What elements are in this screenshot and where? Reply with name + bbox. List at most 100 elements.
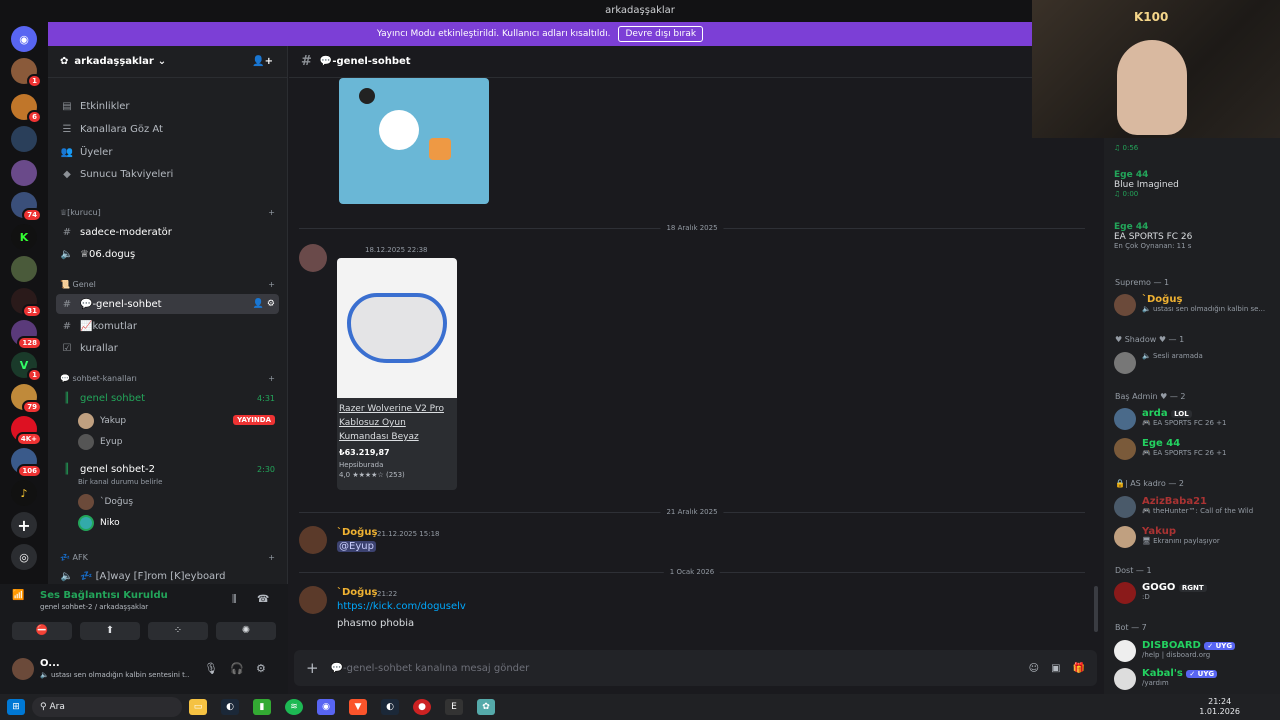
member[interactable]: ♫ 0:56 <box>1114 144 1138 152</box>
category-genel[interactable]: 📜 Genel + <box>60 280 275 289</box>
user-mention[interactable]: @Eyup <box>337 541 376 552</box>
member[interactable]: Ege 44 EA SPORTS FC 26 En Çok Oynanan: 1… <box>1114 222 1192 250</box>
user-settings-icon[interactable]: ⚙ <box>256 662 266 675</box>
server-icon[interactable] <box>11 160 37 186</box>
member-status: /help | disboard.org <box>1142 651 1211 659</box>
disconnect-icon[interactable]: ☎ <box>257 594 269 605</box>
member[interactable]: AzizBaba21 🎮 theHunter™: Call of the Wild <box>1114 496 1253 518</box>
scrollbar[interactable] <box>1094 586 1098 632</box>
member[interactable]: DISBOARD ✓ UYG/help | disboard.org <box>1114 640 1236 662</box>
app-icon[interactable]: ● <box>413 699 431 715</box>
add-server-icon[interactable]: + <box>11 512 37 538</box>
discover-icon[interactable]: ◎ <box>11 544 37 570</box>
voice-user[interactable]: `Doğuş <box>78 494 133 510</box>
server-icon[interactable]: 1 <box>11 58 42 88</box>
member[interactable]: Kabal's ✓ UYG/yardım <box>1114 668 1218 690</box>
discord-icon[interactable]: ◉ <box>317 699 335 715</box>
channel-kurallar[interactable]: ☑ kurallar <box>56 338 279 358</box>
brave-icon[interactable]: ▼ <box>349 699 367 715</box>
emoji-icon[interactable]: ☺ <box>1029 663 1039 674</box>
channel-moderator[interactable]: # sadece-moderatör <box>56 222 279 242</box>
server-header[interactable]: ✿ arkadaşşaklar ⌄ 👤+ <box>48 46 287 78</box>
member[interactable]: `Doğuş 🔈 ustası sen olmadığın kalbin se..… <box>1114 294 1265 316</box>
app-icon[interactable]: ▮ <box>253 699 271 715</box>
add-channel-icon[interactable]: + <box>268 280 275 289</box>
author-name[interactable]: `Doğuş <box>337 527 377 538</box>
server-icon[interactable]: 4K+ <box>11 416 42 446</box>
screenshare-button[interactable]: ⬆ <box>80 622 140 640</box>
server-icon[interactable]: 31 <box>11 288 42 318</box>
settings-icon[interactable]: 👤 ⚙ <box>253 299 275 309</box>
channel-status[interactable]: Bir kanal durumu belirle <box>78 478 162 486</box>
server-icon[interactable]: 6 <box>11 94 42 124</box>
app-icon[interactable]: ✿ <box>477 699 495 715</box>
channel-genel-sohbet[interactable]: # 💬-genel-sohbet 👤 ⚙ <box>56 294 279 314</box>
user-name[interactable]: O... <box>40 658 60 669</box>
camera-button[interactable]: ⛔ <box>12 622 72 640</box>
add-channel-icon[interactable]: + <box>268 374 275 383</box>
author-name[interactable]: `Doğuş <box>337 587 377 598</box>
headphones-icon[interactable]: 🎧 <box>230 662 244 675</box>
member[interactable]: GOGO RGNT:D <box>1114 582 1207 604</box>
add-channel-icon[interactable]: + <box>268 553 275 562</box>
file-explorer-icon[interactable]: ▭ <box>189 699 207 715</box>
label: genel sohbet-2 <box>80 463 156 475</box>
server-icon[interactable]: 74 <box>11 192 42 222</box>
avatar[interactable] <box>299 244 327 272</box>
members-item[interactable]: 👥 Üyeler <box>56 142 279 162</box>
activity-button[interactable]: ⁘ <box>148 622 208 640</box>
steam-icon[interactable]: ◐ <box>221 699 239 715</box>
avatar[interactable] <box>299 526 327 554</box>
soundboard-button[interactable]: ✺ <box>216 622 276 640</box>
channel-afk[interactable]: 🔈 💤 [A]way [F]rom [K]eyboard <box>56 566 279 586</box>
invite-icon[interactable]: 👤+ <box>252 56 273 67</box>
server-icon[interactable]: 106 <box>11 448 42 478</box>
member[interactable]: Ege 44 🎮 EA SPORTS FC 26 +1 <box>1114 438 1226 460</box>
category-sohbet[interactable]: 💬 sohbet-kanalları + <box>60 374 275 383</box>
message-link[interactable]: https://kick.com/doguselv <box>337 601 466 612</box>
spotify-icon[interactable]: ≋ <box>285 699 303 715</box>
events-item[interactable]: ▤ Etkinlikler <box>56 96 279 116</box>
category-afk[interactable]: 💤 AFK + <box>60 553 275 562</box>
server-icon[interactable]: V1 <box>11 352 42 382</box>
voice-channel-genel[interactable]: ║ genel sohbet 4:31 <box>56 388 279 408</box>
voice-user[interactable]: Niko <box>78 515 120 531</box>
channel-komutlar[interactable]: # 📈komutlar <box>56 316 279 336</box>
product-title[interactable]: Razer Wolverine V2 Pro Kablosuz Oyun Kum… <box>337 398 457 448</box>
server-icon[interactable]: 79 <box>11 384 42 414</box>
microphone-icon[interactable]: 🎙 <box>204 662 218 675</box>
message-input[interactable]: 💬-genel-sohbet kanalına mesaj gönder <box>331 663 1021 674</box>
voice-user[interactable]: Yakup <box>78 413 126 429</box>
add-channel-icon[interactable]: + <box>268 208 275 217</box>
channel-dogus[interactable]: 🔈 ♕06.doguş <box>56 244 279 264</box>
voice-channel-genel-2[interactable]: ║ genel sohbet-2 2:30 <box>56 459 279 479</box>
avatar[interactable] <box>12 658 34 680</box>
steam-icon[interactable]: ◐ <box>381 699 399 715</box>
server-icon[interactable]: 128 <box>11 320 42 350</box>
gift-icon[interactable]: 🎁 <box>1073 663 1085 674</box>
voice-connected-title[interactable]: Ses Bağlantısı Kuruldu <box>40 590 168 601</box>
member[interactable]: Ege 44 Blue Imagined ♫ 0:00 <box>1114 170 1179 198</box>
product-embed[interactable]: Razer Wolverine V2 Pro Kablosuz Oyun Kum… <box>337 258 457 490</box>
category-kurucu[interactable]: ♕[kurucu] + <box>60 208 275 217</box>
windows-start-icon[interactable]: ⊞ <box>7 699 25 715</box>
server-icon[interactable] <box>11 126 37 152</box>
server-icon[interactable] <box>11 256 37 282</box>
taskbar-search[interactable]: ⚲ Ara <box>32 697 182 717</box>
voice-user[interactable]: Eyup <box>78 434 122 450</box>
sticker-icon[interactable]: ▣ <box>1051 663 1060 674</box>
boosts-item[interactable]: ◆ Sunucu Takviyeleri <box>56 164 279 184</box>
add-attachment-icon[interactable]: + <box>306 659 319 677</box>
server-icon[interactable]: ♪ <box>11 480 37 506</box>
member[interactable]: arda LOL 🎮 EA SPORTS FC 26 +1 <box>1114 408 1226 430</box>
noise-icon[interactable]: ⫼ <box>232 594 237 605</box>
disable-streamer-mode-button[interactable]: Devre dışı bırak <box>618 26 704 42</box>
browse-channels-item[interactable]: ☰ Kanallara Göz At <box>56 119 279 139</box>
image-attachment[interactable] <box>339 78 489 204</box>
epic-games-icon[interactable]: E <box>445 699 463 715</box>
avatar[interactable] <box>299 586 327 614</box>
member[interactable]: 🔈 Sesli aramada <box>1114 352 1203 374</box>
kick-server-icon[interactable]: K <box>11 224 37 250</box>
member[interactable]: Yakup 🖥 Ekranını paylaşıyor <box>1114 526 1220 548</box>
discord-home-icon[interactable]: ◉ <box>11 26 37 52</box>
